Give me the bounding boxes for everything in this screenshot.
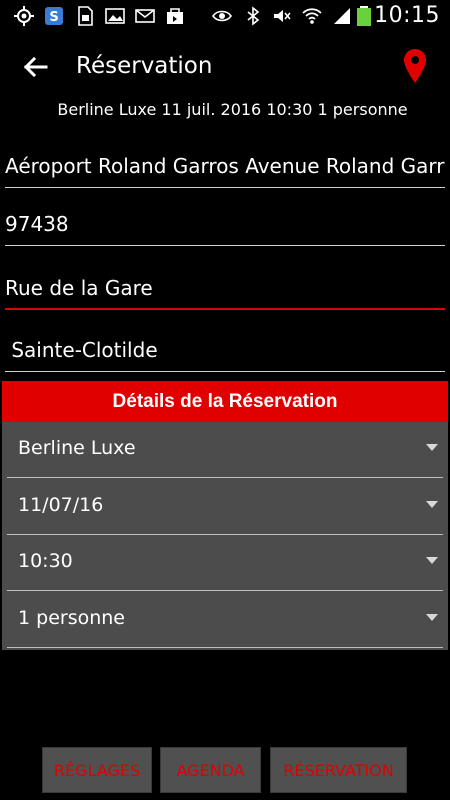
agenda-button[interactable]: AGENDA: [160, 747, 261, 793]
reservation-button[interactable]: RÉSERVATION: [270, 747, 407, 793]
gps-icon: [14, 6, 34, 26]
sim-icon: [78, 6, 93, 26]
postal-code-field[interactable]: [5, 206, 445, 246]
vehicle-dropdown[interactable]: Berline Luxe: [7, 422, 443, 478]
city-field[interactable]: [5, 332, 445, 372]
passengers-value: 1 personne: [18, 607, 125, 629]
svg-text:S: S: [49, 10, 58, 25]
bag-icon: [167, 8, 183, 24]
skype-icon: S: [45, 7, 63, 25]
pickup-address-input[interactable]: [5, 148, 445, 184]
back-arrow-icon[interactable]: [20, 52, 50, 82]
settings-button[interactable]: RÉGLAGES: [42, 747, 152, 793]
signal-icon: [334, 8, 350, 24]
status-time: 10:15: [374, 3, 440, 28]
app-bar: Réservation: [0, 32, 450, 104]
date-dropdown[interactable]: 11/07/16: [7, 479, 443, 535]
vehicle-value: Berline Luxe: [18, 437, 136, 459]
dropdown-caret-icon: [426, 444, 438, 451]
image-icon: [105, 8, 125, 24]
status-bar: S 10:15: [0, 0, 450, 32]
street-field[interactable]: [5, 270, 445, 310]
bluetooth-icon: [247, 6, 260, 26]
dropdown-caret-icon: [426, 501, 438, 508]
pickup-address-field[interactable]: [5, 148, 445, 188]
reservation-details-panel: Berline Luxe 11/07/16 10:30 1 personne: [2, 422, 448, 650]
city-input[interactable]: [5, 332, 445, 368]
battery-icon: [357, 6, 371, 26]
wifi-icon: [302, 8, 322, 24]
map-pin-icon[interactable]: [402, 48, 428, 84]
mail-icon: [135, 9, 155, 23]
page-title: Réservation: [76, 53, 213, 79]
dropdown-caret-icon: [426, 557, 438, 564]
time-value: 10:30: [18, 550, 73, 572]
section-header: Détails de la Réservation: [2, 381, 448, 422]
reservation-summary: Berline Luxe 11 juil. 2016 10:30 1 perso…: [57, 100, 408, 119]
eye-icon: [212, 10, 232, 22]
passengers-dropdown[interactable]: 1 personne: [7, 592, 443, 648]
dropdown-caret-icon: [426, 614, 438, 621]
date-value: 11/07/16: [18, 494, 104, 516]
postal-code-input[interactable]: [5, 206, 445, 242]
mute-icon: [274, 10, 291, 22]
street-input[interactable]: [5, 270, 445, 306]
time-dropdown[interactable]: 10:30: [7, 535, 443, 591]
